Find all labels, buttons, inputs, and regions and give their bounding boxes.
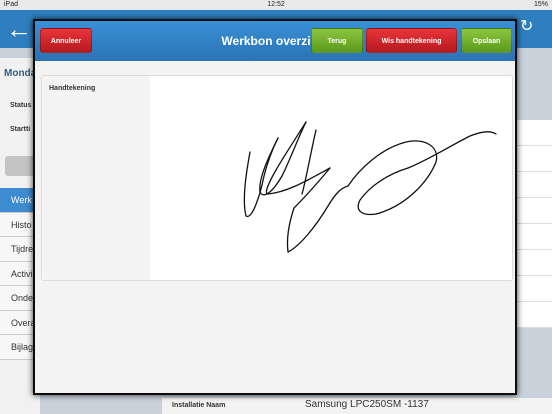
signature-canvas[interactable]	[150, 76, 512, 280]
start-time-label: Startti	[10, 126, 31, 133]
workorder-overview-modal: Annuleer Werkbon overzicht Terug Wis han…	[33, 19, 517, 395]
detail-row	[516, 120, 552, 146]
refresh-icon[interactable]: ↻	[520, 16, 533, 36]
signature-label-column: Handtekening	[42, 76, 150, 280]
clock: 12:52	[267, 1, 285, 8]
installation-label: Installatie Naam	[172, 402, 226, 409]
detail-row	[516, 146, 552, 172]
battery-level: 15%	[533, 1, 548, 8]
clear-signature-button[interactable]: Wis handtekening	[366, 28, 457, 53]
workorder-title: Monda	[4, 68, 37, 79]
installation-value: Samsung LPC250SM -1137	[305, 399, 429, 410]
signature-panel: Handtekening	[41, 75, 513, 281]
detail-row	[516, 302, 552, 328]
save-button[interactable]: Opslaan	[461, 28, 512, 53]
status-label: Status	[10, 102, 32, 109]
installation-row: Installatie Naam Samsung LPC250SM -1137	[162, 398, 552, 414]
detail-fields	[516, 120, 552, 380]
signature-label: Handtekening	[49, 85, 96, 92]
back-arrow-icon[interactable]: ←	[6, 14, 32, 45]
detail-row	[516, 250, 552, 276]
detail-row	[516, 198, 552, 224]
detail-row	[516, 224, 552, 250]
back-button[interactable]: Terug	[311, 28, 363, 53]
modal-header: Annuleer Werkbon overzicht Terug Wis han…	[35, 21, 515, 61]
status-bar: iPad 12:52 15%	[0, 0, 552, 10]
signature-drawing	[243, 121, 497, 253]
detail-row	[516, 172, 552, 198]
detail-row	[516, 276, 552, 302]
